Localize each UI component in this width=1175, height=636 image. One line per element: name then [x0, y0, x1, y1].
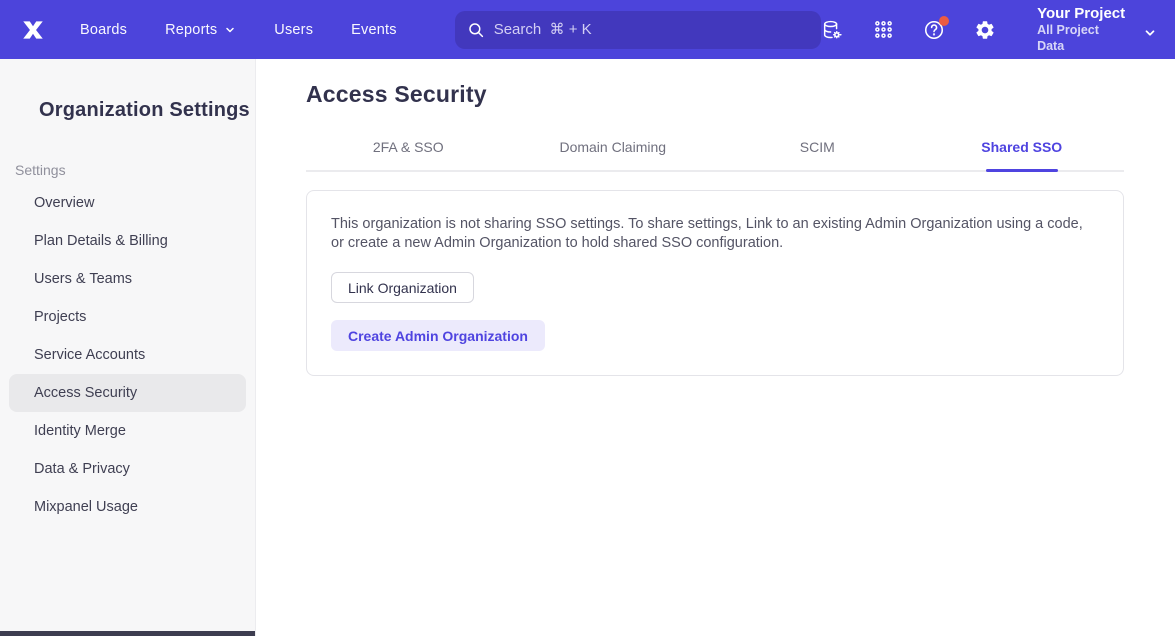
- project-data-view: All Project Data: [1037, 23, 1129, 54]
- project-switcher[interactable]: Your Project All Project Data: [1037, 5, 1157, 55]
- sidebar-item-projects[interactable]: Projects: [9, 298, 246, 336]
- sidebar-bottom-edge: [0, 631, 255, 636]
- sidebar-item-users-teams[interactable]: Users & Teams: [9, 260, 246, 298]
- create-admin-organization-button[interactable]: Create Admin Organization: [331, 320, 545, 351]
- chevron-down-icon: [224, 24, 236, 36]
- top-navigation-bar: Boards Reports Users Events: [0, 0, 1175, 59]
- access-security-tabs: 2FA & SSO Domain Claiming SCIM Shared SS…: [306, 139, 1124, 172]
- main-content: Access Security 2FA & SSO Domain Claimin…: [256, 59, 1175, 636]
- tab-label: 2FA & SSO: [373, 139, 444, 155]
- notification-dot: [939, 16, 949, 26]
- search-input[interactable]: [494, 21, 809, 38]
- link-organization-button[interactable]: Link Organization: [331, 272, 474, 303]
- sidebar-item-access-security[interactable]: Access Security: [9, 374, 246, 412]
- sidebar-section-label: Settings: [15, 162, 255, 178]
- tab-2fa-sso[interactable]: 2FA & SSO: [306, 139, 511, 170]
- sidebar-item-data-privacy[interactable]: Data & Privacy: [9, 450, 246, 488]
- sidebar-item-plan-details-billing[interactable]: Plan Details & Billing: [9, 222, 246, 260]
- tab-scim[interactable]: SCIM: [715, 139, 920, 170]
- nav-item-boards[interactable]: Boards: [80, 22, 127, 38]
- tab-label: Domain Claiming: [559, 139, 666, 155]
- sidebar-item-overview[interactable]: Overview: [9, 184, 246, 222]
- org-settings-sidebar: Organization Settings Settings Overview …: [0, 59, 256, 636]
- tab-shared-sso[interactable]: Shared SSO: [920, 139, 1125, 170]
- shared-sso-description: This organization is not sharing SSO set…: [331, 215, 1093, 253]
- nav-item-label: Users: [274, 22, 313, 38]
- page-title: Access Security: [306, 81, 1124, 108]
- settings-gear-icon[interactable]: [974, 19, 996, 41]
- tab-label: Shared SSO: [981, 139, 1062, 155]
- nav-item-label: Events: [351, 22, 397, 38]
- sidebar-nav: Overview Plan Details & Billing Users & …: [0, 184, 255, 526]
- primary-nav-links: Boards Reports Users Events: [80, 22, 397, 38]
- nav-item-reports[interactable]: Reports: [165, 22, 236, 38]
- nav-item-events[interactable]: Events: [351, 22, 397, 38]
- global-search-bar[interactable]: [455, 11, 821, 49]
- shared-sso-card: This organization is not sharing SSO set…: [306, 190, 1124, 376]
- sidebar-item-mixpanel-usage[interactable]: Mixpanel Usage: [9, 488, 246, 526]
- project-name: Your Project: [1037, 5, 1129, 24]
- apps-grid-icon[interactable]: [872, 19, 894, 41]
- search-icon: [467, 21, 485, 39]
- mixpanel-logo-icon[interactable]: [16, 15, 50, 45]
- tab-domain-claiming[interactable]: Domain Claiming: [511, 139, 716, 170]
- tab-active-underline: [986, 169, 1058, 172]
- sidebar-title: Organization Settings: [0, 99, 255, 122]
- nav-right-controls: Your Project All Project Data: [821, 5, 1157, 55]
- nav-item-label: Reports: [165, 22, 217, 38]
- project-switcher-text: Your Project All Project Data: [1037, 5, 1129, 55]
- sidebar-item-identity-merge[interactable]: Identity Merge: [9, 412, 246, 450]
- nav-item-users[interactable]: Users: [274, 22, 313, 38]
- tab-label: SCIM: [800, 139, 835, 155]
- chevron-down-icon: [1143, 26, 1157, 40]
- mixpanel-logo-glyph: [18, 17, 48, 43]
- nav-item-label: Boards: [80, 22, 127, 38]
- sidebar-item-service-accounts[interactable]: Service Accounts: [9, 336, 246, 374]
- data-management-icon[interactable]: [821, 19, 843, 41]
- help-icon[interactable]: [923, 19, 945, 41]
